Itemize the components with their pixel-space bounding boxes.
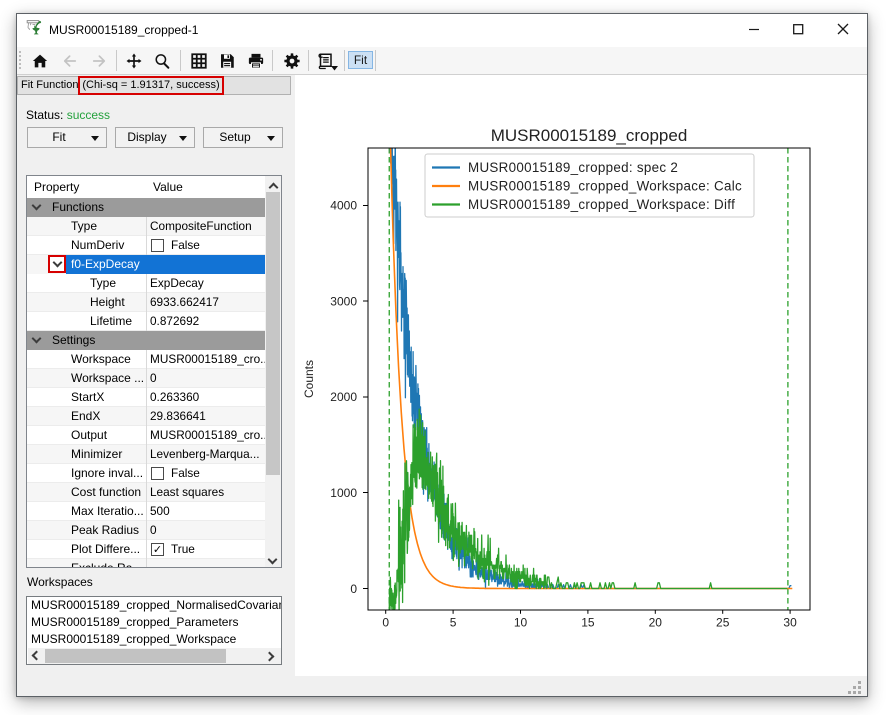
svg-text:MUSR00015189_cropped_Workspace: MUSR00015189_cropped_Workspace: Calc: [468, 178, 742, 193]
svg-text:MUSR00015189_cropped: spec 2: MUSR00015189_cropped: spec 2: [468, 160, 678, 175]
svg-text:MUSR00015189_cropped: MUSR00015189_cropped: [491, 126, 688, 145]
svg-text:Counts: Counts: [302, 360, 316, 398]
svg-text:15: 15: [581, 616, 595, 630]
svg-text:2000: 2000: [330, 390, 357, 404]
svg-text:0: 0: [382, 616, 389, 630]
svg-text:20: 20: [649, 616, 663, 630]
svg-text:3000: 3000: [330, 294, 357, 308]
svg-text:25: 25: [716, 616, 730, 630]
svg-text:10: 10: [514, 616, 528, 630]
svg-text:30: 30: [783, 616, 797, 630]
svg-text:5: 5: [450, 616, 457, 630]
svg-text:1000: 1000: [330, 486, 357, 500]
svg-text:4000: 4000: [330, 199, 357, 213]
svg-text:0: 0: [350, 582, 357, 596]
svg-text:MUSR00015189_cropped_Workspace: MUSR00015189_cropped_Workspace: Diff: [468, 197, 735, 212]
